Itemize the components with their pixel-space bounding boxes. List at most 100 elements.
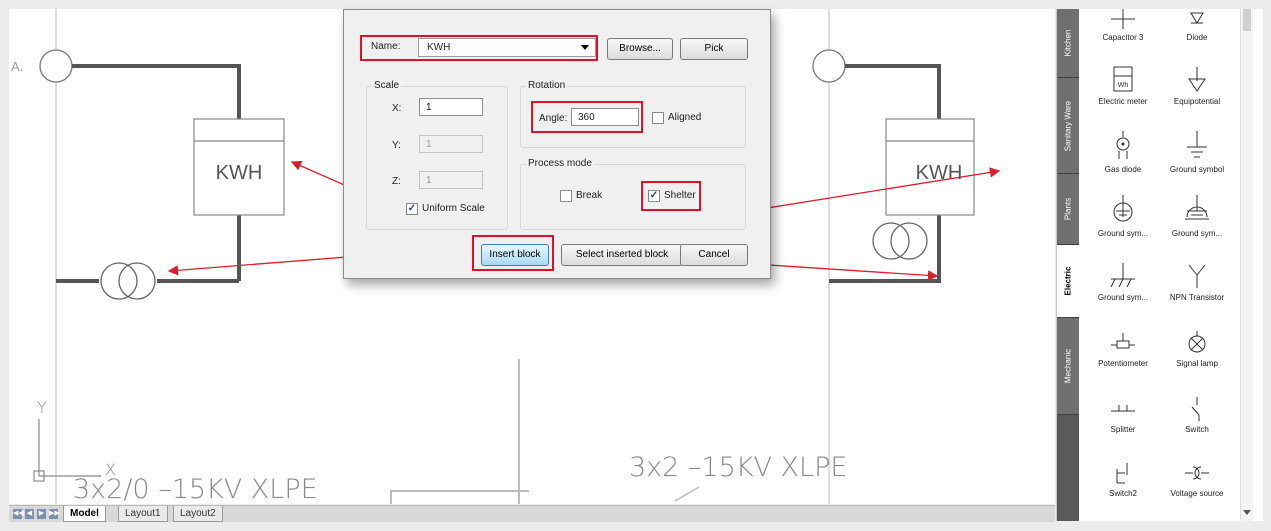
palette-item[interactable]: Gas diode bbox=[1086, 131, 1160, 175]
palette-item-label: Equipotential bbox=[1173, 97, 1221, 106]
tab-electric-label: Electric bbox=[1063, 266, 1073, 296]
tab-sanitary-ware-label: Sanitary Ware bbox=[1063, 100, 1073, 151]
equipotential-icon bbox=[1188, 67, 1206, 92]
palette-item[interactable]: Signal lamp bbox=[1160, 331, 1234, 369]
edge-letter: A. bbox=[11, 59, 23, 74]
nav-prev-button[interactable]: ◀ bbox=[25, 509, 34, 519]
switch2-icon bbox=[1116, 463, 1128, 484]
palette-item[interactable]: Ground sym... bbox=[1160, 195, 1234, 239]
left-cable-label: 3x2/0 –15KV XLPE bbox=[73, 474, 318, 504]
palette-item-label: Ground sym... bbox=[1097, 229, 1149, 238]
tab-plants[interactable]: Plants bbox=[1057, 174, 1079, 245]
electric-meter-icon: Wh bbox=[1113, 66, 1133, 92]
splitter-icon bbox=[1111, 405, 1135, 412]
nav-last-button[interactable]: ▶▶ bbox=[49, 509, 60, 519]
tool-palette: Kitchen Sanitary Ware Plants Electric Me… bbox=[1056, 9, 1263, 521]
ucs-y-label: Y bbox=[37, 398, 47, 417]
right-cable-label: 3x2 –15KV XLPE bbox=[629, 452, 847, 483]
wire bbox=[845, 64, 941, 119]
palette-item[interactable]: Ground symbol bbox=[1160, 131, 1234, 175]
angle-highlight bbox=[531, 101, 643, 133]
cancel-button[interactable]: Cancel bbox=[680, 244, 748, 266]
palette-item-label: Signal lamp bbox=[1176, 359, 1218, 368]
aligned-label: Aligned bbox=[668, 112, 702, 123]
palette-item-label: Ground symbol bbox=[1169, 165, 1225, 174]
palette-item[interactable]: Equipotential bbox=[1160, 65, 1234, 107]
ground-circle-icon bbox=[1113, 195, 1133, 222]
palette-item-label: Potentiometer bbox=[1098, 359, 1148, 368]
palette-item-label: Ground sym... bbox=[1097, 293, 1149, 302]
scale-title: Scale bbox=[372, 80, 402, 91]
tab-electric[interactable]: Electric bbox=[1057, 245, 1079, 318]
palette-item-label: Voltage source bbox=[1170, 489, 1224, 498]
tab-kitchen[interactable]: Kitchen bbox=[1057, 9, 1079, 78]
potentiometer-icon bbox=[1111, 333, 1135, 349]
scale-x-input[interactable]: 1 bbox=[419, 98, 483, 116]
tab-model[interactable]: Model bbox=[63, 506, 106, 522]
palette-item[interactable]: Splitter bbox=[1086, 397, 1160, 435]
scale-z-label: Z: bbox=[392, 176, 401, 187]
insert-highlight bbox=[472, 235, 554, 271]
palette-item[interactable]: Voltage source bbox=[1160, 461, 1234, 499]
palette-item-label: Splitter bbox=[1110, 425, 1136, 434]
select-inserted-block-button[interactable]: Select inserted block bbox=[561, 244, 683, 266]
pick-button[interactable]: Pick bbox=[680, 38, 748, 60]
tab-kitchen-label: Kitchen bbox=[1063, 29, 1073, 57]
break-label: Break bbox=[576, 190, 603, 201]
npn-transistor-icon bbox=[1188, 264, 1206, 288]
name-highlight bbox=[360, 35, 598, 61]
diode-icon bbox=[1190, 12, 1204, 24]
palette-item[interactable]: Ground sym... bbox=[1086, 195, 1160, 239]
ground-dome-icon bbox=[1185, 195, 1209, 220]
nav-first-button[interactable]: ◀◀ bbox=[13, 509, 24, 519]
palette-item[interactable]: Capacitor 3 bbox=[1086, 9, 1160, 43]
palette-item[interactable]: Ground sym... bbox=[1086, 263, 1160, 303]
browse-button[interactable]: Browse... bbox=[607, 38, 673, 60]
palette-item[interactable]: Switch bbox=[1160, 397, 1234, 435]
scroll-down-icon[interactable] bbox=[1243, 510, 1251, 515]
palette-item-label: Diode bbox=[1186, 33, 1208, 42]
palette-scrollbar[interactable] bbox=[1240, 9, 1253, 521]
process-mode-group bbox=[520, 164, 746, 230]
scale-y-label: Y: bbox=[392, 140, 401, 151]
palette-item[interactable]: Switch2 bbox=[1086, 461, 1160, 499]
palette-item-label: Electric meter bbox=[1098, 97, 1148, 106]
ground-symbol-icon bbox=[1187, 131, 1207, 158]
scale-y-input[interactable]: 1 bbox=[419, 135, 483, 153]
wire bbox=[72, 64, 241, 119]
uniform-scale-label: Uniform Scale bbox=[422, 203, 485, 214]
break-checkbox[interactable] bbox=[560, 190, 572, 202]
shelter-highlight bbox=[641, 181, 701, 211]
tab-mechanic-label: Mechanic bbox=[1063, 348, 1073, 384]
rotation-title: Rotation bbox=[526, 80, 568, 91]
uniform-scale-checkbox[interactable]: ✓ bbox=[406, 203, 418, 215]
nav-next-button[interactable]: ▶ bbox=[37, 509, 46, 519]
palette-item[interactable]: NPN Transistor bbox=[1160, 263, 1234, 303]
palette-item-label: Capacitor 3 bbox=[1102, 33, 1144, 42]
scale-z-input[interactable]: 1 bbox=[419, 171, 483, 189]
tab-sanitary-ware[interactable]: Sanitary Ware bbox=[1057, 78, 1079, 174]
aligned-checkbox[interactable] bbox=[652, 112, 664, 124]
tab-mechanic[interactable]: Mechanic bbox=[1057, 318, 1079, 415]
palette-item[interactable]: Diode bbox=[1160, 9, 1234, 43]
capacitor-icon bbox=[1111, 9, 1135, 29]
palette-item-label: Switch2 bbox=[1108, 489, 1137, 498]
tab-layout2[interactable]: Layout2 bbox=[173, 506, 223, 522]
insert-block-dialog: Name: KWH Browse... Pick Scale X: 1 Y: 1… bbox=[343, 9, 771, 279]
signal-lamp-icon bbox=[1188, 331, 1206, 353]
layout-tab-bar: ◀◀ ◀ ▶ ▶▶ Model Layout1 Layout2 bbox=[9, 505, 1055, 522]
palette-item[interactable]: Potentiometer bbox=[1086, 331, 1160, 369]
meter-glyph: Wh bbox=[1118, 82, 1129, 89]
scrollbar-thumb[interactable] bbox=[1243, 9, 1251, 31]
switch-icon bbox=[1191, 397, 1200, 421]
palette-item-label: Switch bbox=[1185, 425, 1209, 434]
tab-layout1[interactable]: Layout1 bbox=[118, 506, 168, 522]
palette-tab-strip: Kitchen Sanitary Ware Plants Electric Me… bbox=[1057, 9, 1079, 521]
node-circle bbox=[39, 49, 73, 83]
scale-x-label: X: bbox=[392, 103, 402, 114]
palette-item-label: Ground sym... bbox=[1171, 229, 1223, 238]
leader-line bbox=[674, 486, 700, 502]
process-mode-title: Process mode bbox=[526, 158, 594, 169]
palette-item[interactable]: Wh Electric meter bbox=[1086, 65, 1160, 107]
tab-plants-label: Plants bbox=[1063, 197, 1073, 221]
